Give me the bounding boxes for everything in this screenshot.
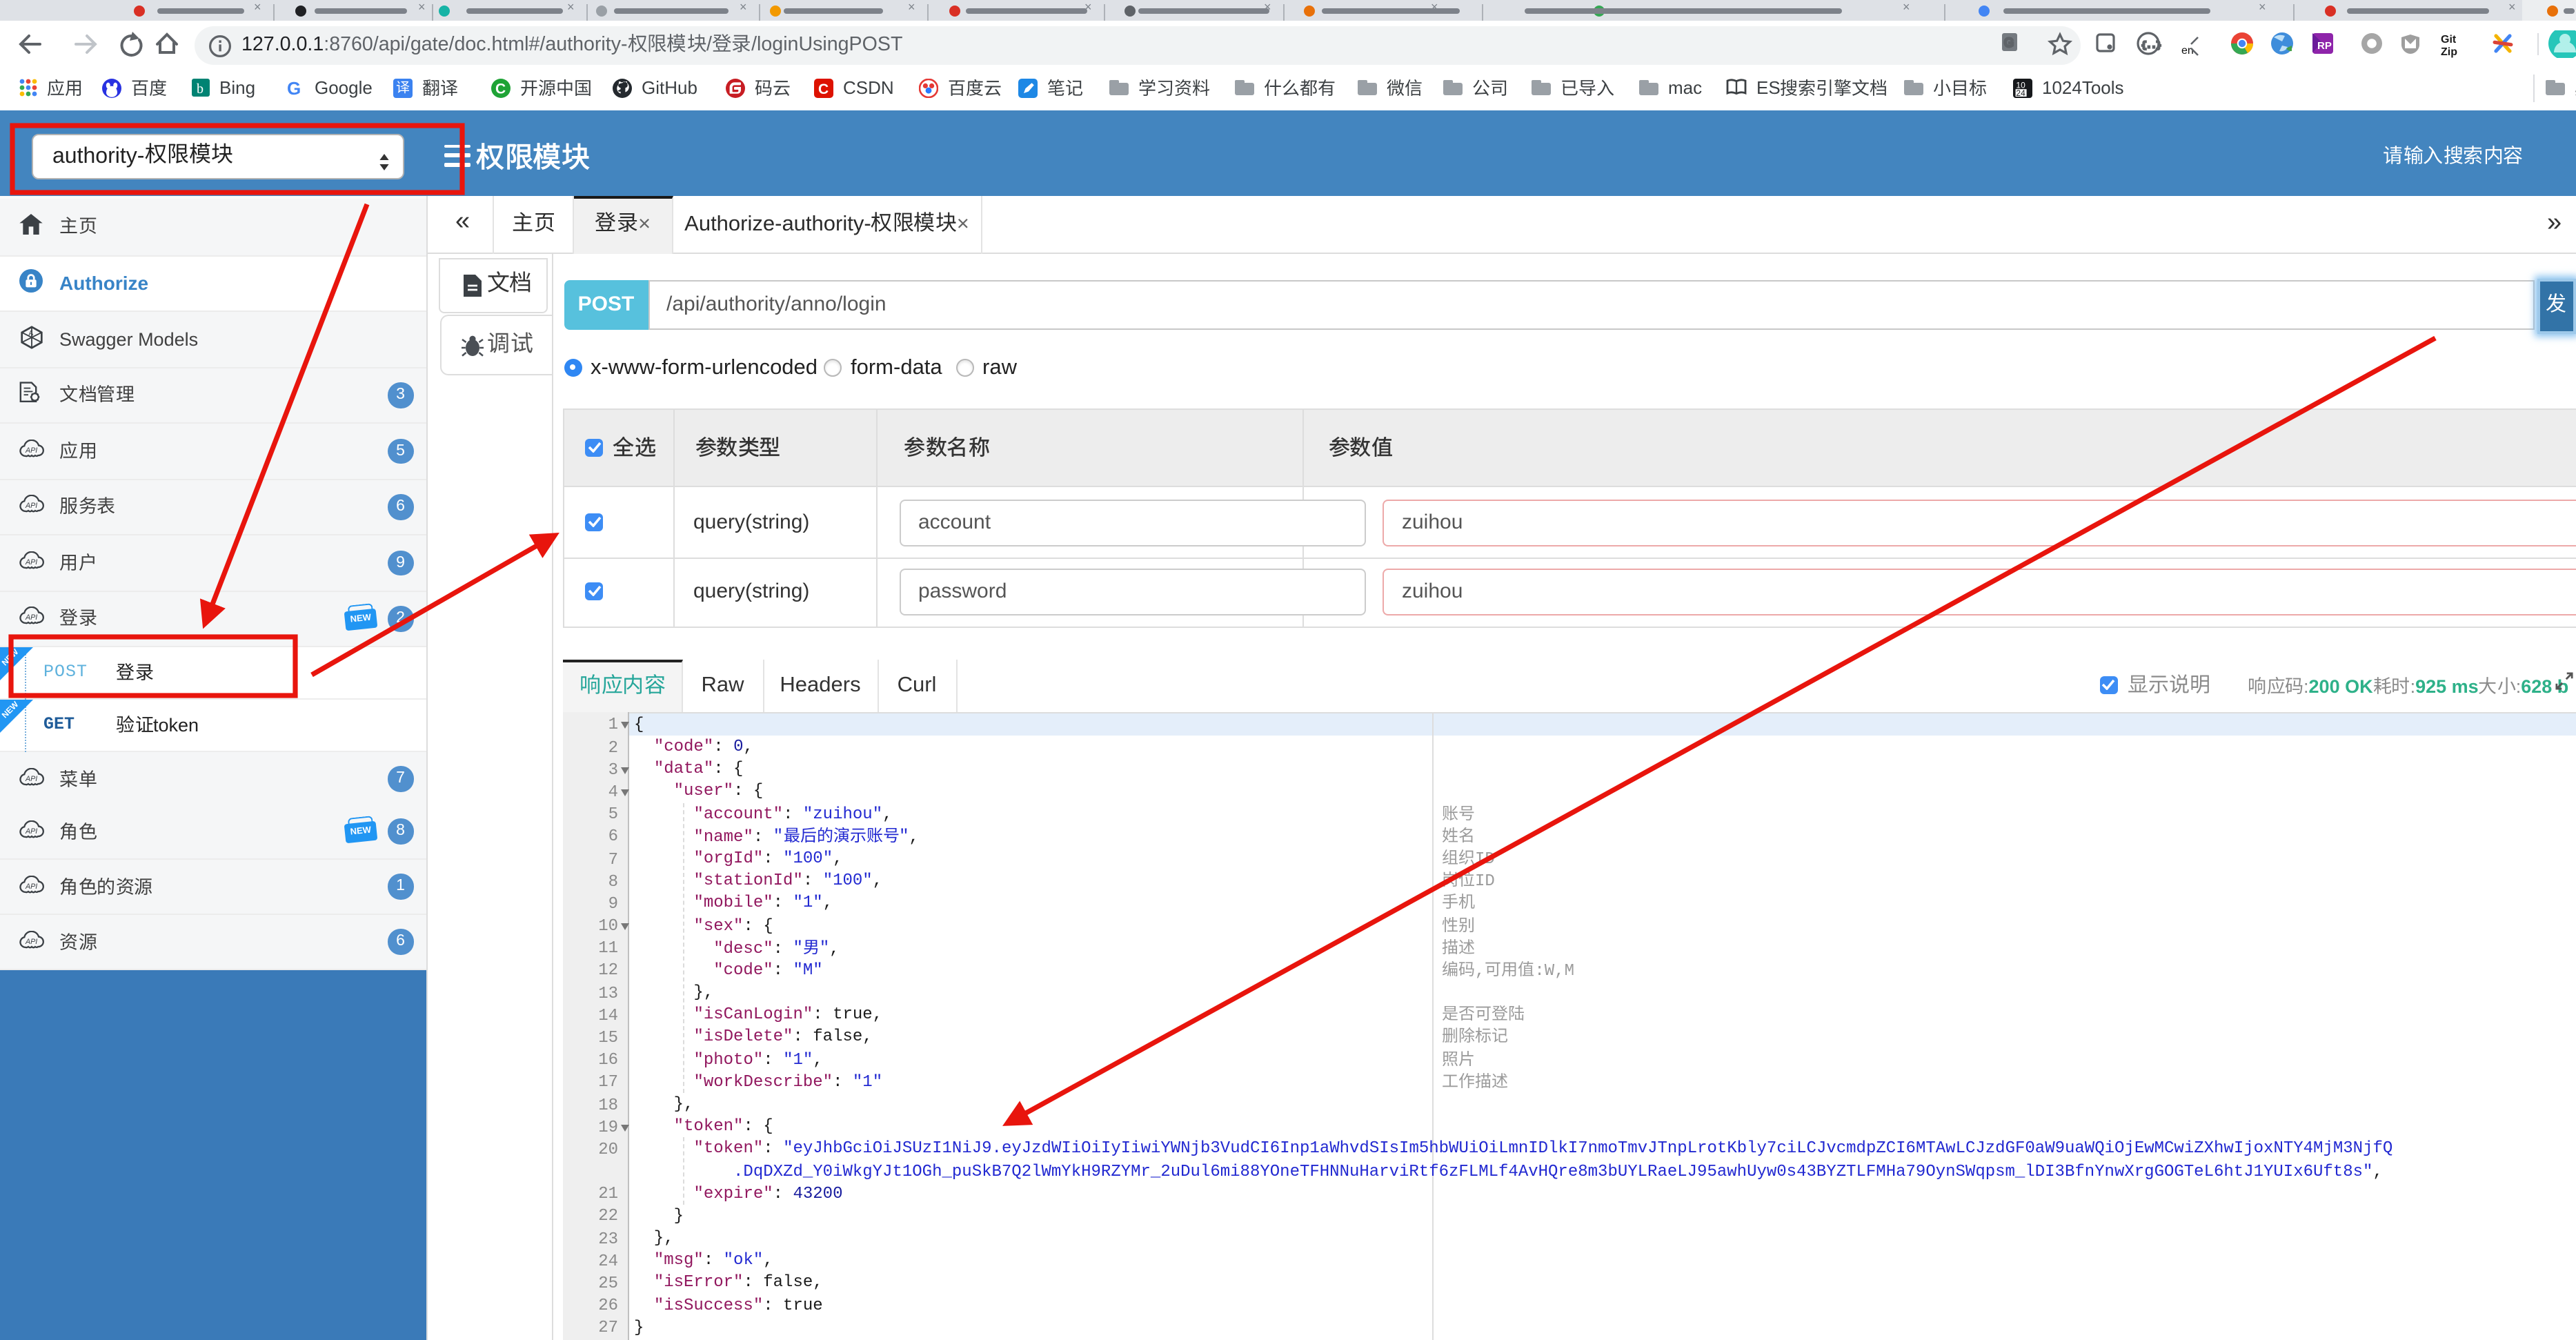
svg-text:RP: RP [2317, 40, 2332, 52]
svg-text:{..}: {..} [2141, 41, 2161, 50]
svg-text:C: C [495, 81, 506, 97]
svg-text:API: API [25, 502, 37, 510]
svg-text:API: API [25, 774, 37, 782]
svg-text:Git: Git [2441, 34, 2457, 46]
svg-text:24: 24 [2016, 88, 2025, 98]
svg-text:API: API [25, 827, 37, 835]
svg-text:API: API [25, 446, 37, 454]
svg-text:G: G [287, 79, 301, 98]
svg-text:b: b [197, 82, 204, 97]
svg-text:G: G [2004, 36, 2014, 50]
svg-text:en: en [2181, 45, 2194, 57]
svg-text:Zip: Zip [2441, 46, 2457, 58]
svg-text:API: API [25, 937, 37, 945]
svg-text:C: C [818, 81, 829, 97]
svg-text:API: API [25, 882, 37, 890]
svg-text:API: API [25, 613, 37, 622]
svg-text:A: A [28, 330, 32, 337]
svg-text:API: API [25, 558, 37, 566]
